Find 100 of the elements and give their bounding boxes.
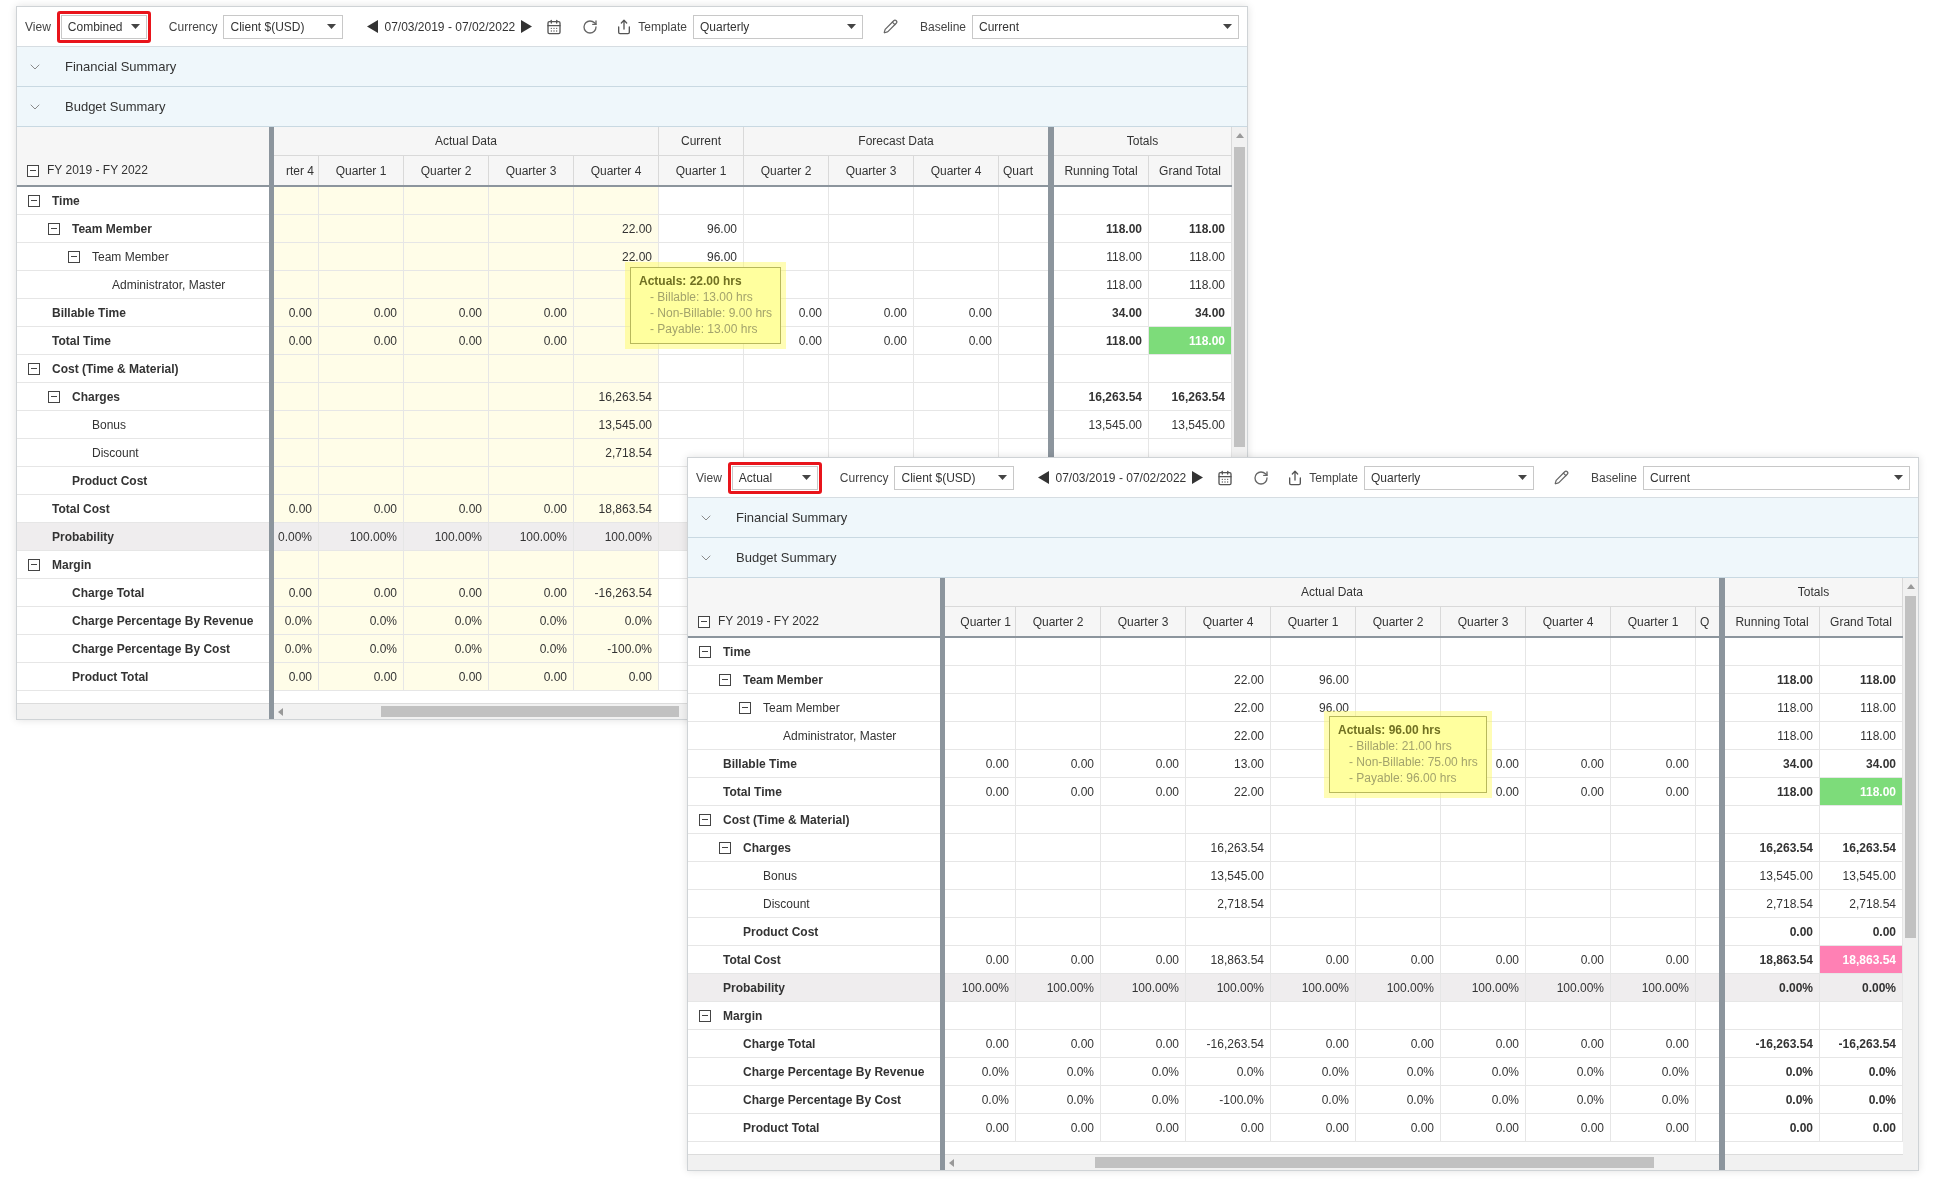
section-header[interactable]: Financial Summary [688,498,1918,538]
table-cell: -100.0% [1186,1086,1271,1114]
table-cell: 0.00 [1101,778,1186,806]
table-cell: 16,263.54 [1725,834,1820,862]
scrollbar-thumb[interactable] [381,706,679,717]
empty-cell [945,694,1016,722]
table-cell: -16,263.54 [1186,1030,1271,1058]
horizontal-scrollbar[interactable] [274,703,688,719]
vertical-scrollbar[interactable] [1903,578,1918,1170]
table-cell: 0.0% [1526,1086,1611,1114]
row-label: Discount [92,445,139,460]
scrollbar-thumb[interactable] [1905,596,1916,938]
caret-icon [1517,475,1527,480]
scrollbar-thumb[interactable] [1095,1157,1654,1168]
section-header[interactable]: Budget Summary [688,538,1918,578]
share-icon[interactable] [616,18,633,35]
empty-cell [945,862,1016,890]
row-label: Charges [743,840,792,855]
collapse-toggle[interactable] [699,813,711,826]
view-dropdown[interactable]: Actual [731,465,818,490]
table-cell: 2,718.54 [574,439,659,467]
empty-cell [274,355,319,383]
next-arrow-icon[interactable] [1192,471,1204,484]
table-cell: 0.0% [945,1086,1016,1114]
pencil-icon[interactable] [1553,470,1569,485]
baseline-dropdown[interactable]: Current [1643,465,1910,490]
column-group-header: Actual Data [274,127,659,156]
row-label: Bonus [763,868,798,883]
share-icon[interactable] [1287,469,1304,486]
previous-arrow-icon[interactable] [367,20,379,33]
tooltip-title: Actuals: 22.00 hrs [639,274,743,288]
caret-icon [846,24,856,29]
currency-dropdown[interactable]: Client $(USD) [223,14,344,39]
baseline-dropdown[interactable]: Current [972,14,1239,39]
row-label: Product Cost [743,924,819,939]
empty-cell [945,806,1016,834]
template-dropdown[interactable]: Quarterly [692,14,863,39]
column-header: Quarter 4 [1526,607,1611,636]
refresh-icon[interactable] [582,18,599,35]
collapse-toggle[interactable] [739,701,751,714]
table-cell: 0.00 [1016,1114,1101,1142]
section-header[interactable]: Budget Summary [17,87,1247,127]
collapse-toggle[interactable] [719,841,731,854]
table-cell: 0.00 [404,327,489,355]
template-dropdown[interactable]: Quarterly [1363,465,1534,490]
column-header: FY 2019 - FY 2022 [718,614,819,628]
table-cell: 16,263.54 [1054,383,1149,411]
table-cell: 0.0% [319,607,404,635]
calendar-icon[interactable] [1217,469,1234,486]
previous-arrow-icon[interactable] [1038,471,1050,484]
currency-dropdown[interactable]: Client $(USD) [894,465,1015,490]
table-cell: 118.00 [1725,694,1820,722]
empty-cell [945,1002,1016,1030]
refresh-icon[interactable] [1253,469,1270,486]
table-cell: 0.00 [319,299,404,327]
table-cell: 0.00 [274,327,319,355]
collapse-toggle[interactable] [699,645,711,658]
empty-cell [274,467,319,495]
table-cell: 0.00 [404,299,489,327]
table-cell: 16,263.54 [1186,834,1271,862]
collapse-toggle[interactable] [28,194,40,207]
collapse-toggle[interactable] [28,558,40,571]
collapse-toggle[interactable] [719,673,731,686]
collapse-toggle[interactable] [48,222,60,235]
calendar-icon[interactable] [546,18,563,35]
column-header: Quarter 2 [1356,607,1441,636]
table-cell: 0.00% [1725,974,1820,1002]
table-cell: 0.0% [1101,1058,1186,1086]
horizontal-scrollbar[interactable] [945,1154,1719,1170]
table-cell: 0.00 [1441,1030,1526,1058]
collapse-toggle[interactable] [27,165,39,177]
table-cell: 100.00% [489,523,574,551]
table-cell: 0.0% [1725,1058,1820,1086]
table-cell: 0.00 [319,663,404,691]
field-label: Baseline [1590,470,1637,485]
collapse-toggle[interactable] [698,616,710,628]
row-label: Total Cost [52,501,110,516]
row-label: Time [52,193,80,208]
table-cell: 118.00 [1149,327,1232,355]
table-cell: 0.00 [1526,1114,1611,1142]
scrollbar-thumb[interactable] [1234,147,1245,447]
table-cell: 0.00 [1016,1030,1101,1058]
collapse-toggle[interactable] [68,250,80,263]
table-cell: 0.00 [1271,1114,1356,1142]
table-cell: 0.00 [1725,1114,1820,1142]
column-header: FY 2019 - FY 2022 [47,163,148,177]
table-cell: 0.00 [404,579,489,607]
view-dropdown[interactable]: Combined [60,14,147,39]
collapse-toggle[interactable] [699,1009,711,1022]
table-cell: 0.00 [574,663,659,691]
next-arrow-icon[interactable] [521,20,533,33]
collapse-toggle[interactable] [48,390,60,403]
table-cell: 0.00% [274,523,319,551]
collapse-toggle[interactable] [28,362,40,375]
vertical-scrollbar[interactable] [1232,127,1247,457]
pencil-icon[interactable] [882,19,898,34]
row-label: Team Member [743,672,823,687]
empty-cell [945,834,1016,862]
section-header[interactable]: Financial Summary [17,47,1247,87]
tooltip-title: Actuals: 96.00 hrs [1338,723,1442,737]
